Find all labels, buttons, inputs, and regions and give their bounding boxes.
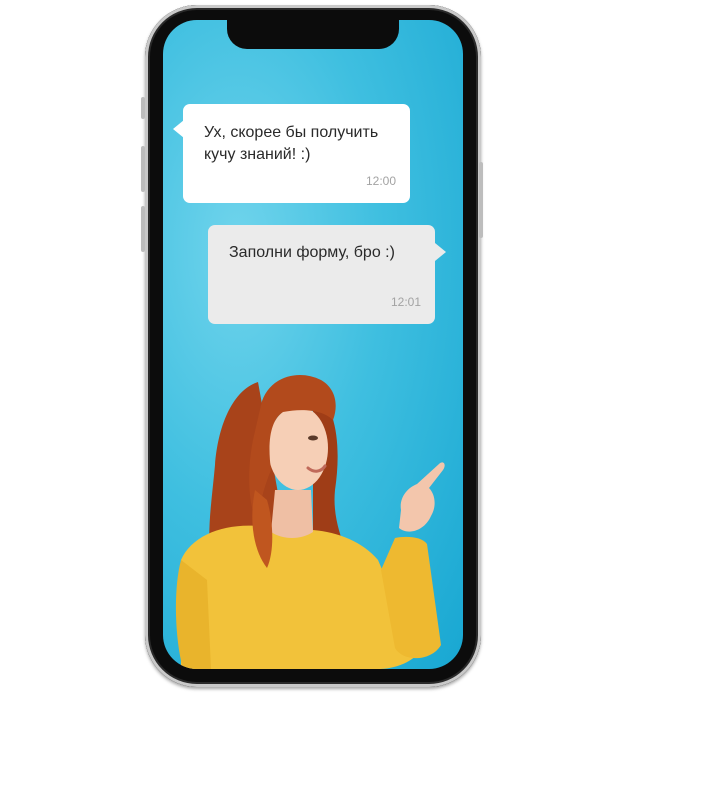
neck-shape [271, 490, 313, 538]
woman-pointing-photo [175, 374, 445, 669]
message-text: Ух, скорее бы получить кучу знаний! :) [204, 124, 379, 163]
phone-screen: Ух, скорее бы получить кучу знаний! :) 1… [163, 20, 463, 669]
phone-volume-down-button [141, 206, 145, 252]
phone-power-button [479, 162, 483, 238]
eye-shape [308, 435, 318, 441]
chat-bubble-outgoing: Заполни форму, бро :) 12:01 [208, 225, 446, 324]
phone-notch [227, 20, 399, 49]
message-text: Заполни форму, бро :) [229, 244, 395, 261]
face-shape [268, 406, 328, 490]
phone-mute-switch [141, 97, 145, 119]
message-time: 12:01 [390, 295, 421, 309]
pointing-hand-shape [399, 462, 445, 532]
message-time: 12:00 [365, 174, 396, 188]
chat-bubble-incoming: Ух, скорее бы получить кучу знаний! :) 1… [173, 104, 410, 203]
phone-volume-up-button [141, 146, 145, 192]
